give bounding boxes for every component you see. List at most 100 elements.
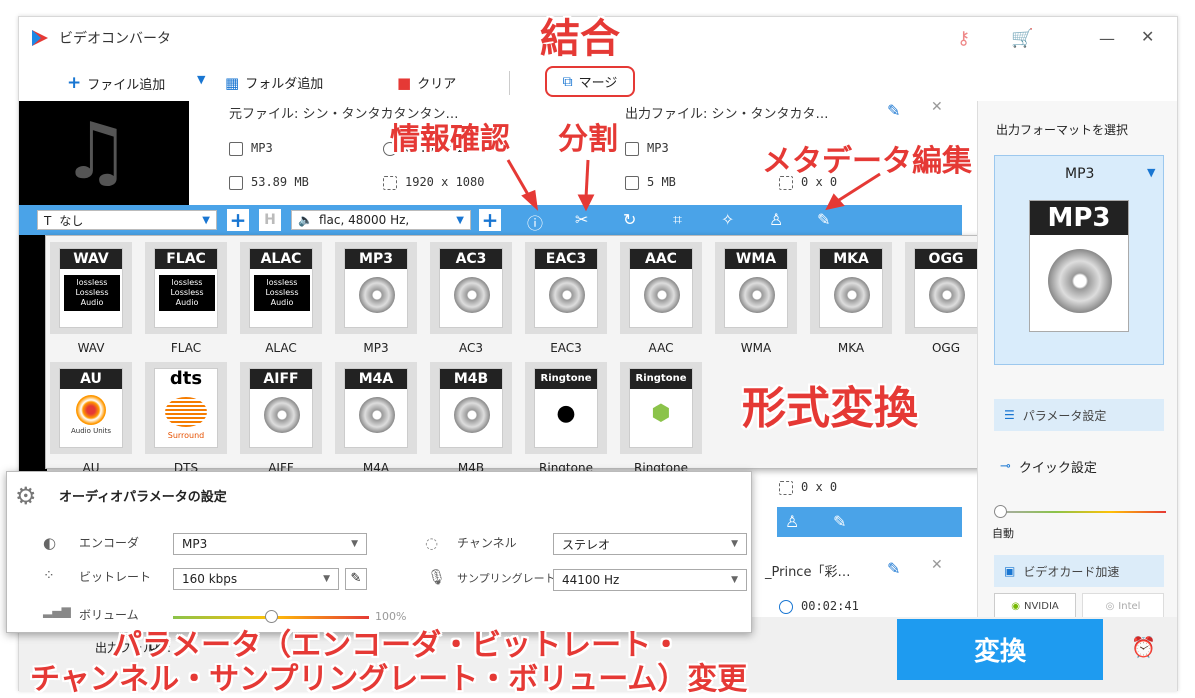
format-tag: AU bbox=[60, 369, 122, 389]
bitrate-label: ビットレート bbox=[79, 570, 152, 584]
metadata-edit-icon[interactable]: ✎ bbox=[817, 210, 830, 229]
format-file-icon: dts Surround bbox=[154, 368, 218, 448]
sliders-icon: ☰ bbox=[1004, 408, 1015, 422]
watermark-icon[interactable]: ♙ bbox=[769, 210, 783, 229]
nvidia-label: NVIDIA bbox=[1023, 600, 1059, 612]
quality-slider[interactable] bbox=[1000, 511, 1166, 513]
format-file-icon: FLAC lossless Lossless Audio bbox=[154, 248, 218, 328]
clear-button[interactable]: ■ クリア bbox=[397, 73, 456, 93]
format-option-wma[interactable]: WMA WMA bbox=[715, 242, 797, 355]
add-audio-button[interactable]: + bbox=[479, 208, 501, 232]
format-option-au[interactable]: AU Audio Units AU bbox=[50, 362, 132, 475]
audio-parameter-dialog: ⚙ オーディオパラメータの設定 ◐ エンコーダ MP3 ▼ ⁘ ビットレート 16… bbox=[6, 471, 752, 633]
format-icon bbox=[625, 141, 639, 156]
crop-icon[interactable]: ⌗ bbox=[673, 210, 682, 230]
chevron-down-icon: ▼ bbox=[731, 575, 738, 585]
cart-icon[interactable]: 🛒 bbox=[1011, 28, 1033, 49]
resolution-icon bbox=[383, 175, 397, 190]
samplerate-select[interactable]: 44100 Hz ▼ bbox=[553, 569, 747, 591]
rotate-icon[interactable]: ↻ bbox=[623, 210, 636, 229]
format-option-ringtone[interactable]: Ringtone ● Ringtone bbox=[525, 362, 607, 475]
format-option-ogg[interactable]: OGG OGG bbox=[905, 242, 987, 355]
format-option-wav[interactable]: WAV lossless Lossless Audio WAV bbox=[50, 242, 132, 355]
subtitle-select[interactable]: T なし ▼ bbox=[37, 210, 217, 230]
format-tile: WMA bbox=[715, 242, 797, 334]
format-name: AAC bbox=[648, 341, 674, 355]
bitrate-edit-button[interactable]: ✎ bbox=[345, 568, 367, 590]
edit-toolbar-2: ♙ ✎ bbox=[777, 507, 962, 537]
scissors-icon[interactable]: ✂ bbox=[575, 210, 588, 229]
edit-pencil-icon[interactable]: ✎ bbox=[887, 101, 900, 120]
channel-select[interactable]: ステレオ ▼ bbox=[553, 533, 747, 555]
add-folder-label: フォルダ追加 bbox=[245, 77, 324, 92]
format-tile: M4B bbox=[430, 362, 512, 454]
convert-button[interactable]: 変換 bbox=[897, 619, 1103, 680]
apple-ringtone-icon: ● bbox=[556, 401, 576, 426]
second-file-name: _Prince「彩… bbox=[765, 565, 851, 580]
watermark-icon[interactable]: ♙ bbox=[785, 512, 799, 531]
lossless-badge: lossless Lossless Audio bbox=[159, 275, 215, 311]
chevron-down-icon: ▼ bbox=[202, 214, 210, 226]
format-tile: WAV lossless Lossless Audio bbox=[50, 242, 132, 334]
hardsub-icon[interactable]: H bbox=[259, 209, 281, 231]
close-button[interactable]: ✕ bbox=[1141, 27, 1154, 46]
metadata-edit-icon[interactable]: ✎ bbox=[833, 512, 846, 531]
audio-track-select[interactable]: 🔈 flac, 48000 Hz, ▼ bbox=[291, 210, 471, 230]
format-option-m4a[interactable]: M4A M4A bbox=[335, 362, 417, 475]
quality-slider-handle[interactable] bbox=[994, 505, 1007, 518]
plus-icon: + bbox=[67, 73, 82, 93]
format-option-m4b[interactable]: M4B M4B bbox=[430, 362, 512, 475]
format-file-icon: WAV lossless Lossless Audio bbox=[59, 248, 123, 328]
merge-button[interactable]: ⧉ マージ bbox=[545, 66, 635, 97]
add-subtitle-button[interactable]: + bbox=[227, 208, 249, 232]
format-tile: dts Surround bbox=[145, 362, 227, 454]
key-icon[interactable]: ⚷ bbox=[957, 28, 970, 49]
format-option-mp3[interactable]: MP3 MP3 bbox=[335, 242, 417, 355]
format-option-mka[interactable]: MKA MKA bbox=[810, 242, 892, 355]
app-logo-icon bbox=[32, 30, 48, 46]
format-tile: AC3 bbox=[430, 242, 512, 334]
edit-pencil-icon[interactable]: ✎ bbox=[887, 559, 900, 578]
gpu-accel-button[interactable]: ▣ ビデオカード加速 bbox=[994, 555, 1164, 587]
clock-icon bbox=[779, 599, 793, 614]
bitrate-select[interactable]: 160 kbps ▼ bbox=[173, 568, 339, 590]
format-file-icon: MKA bbox=[819, 248, 883, 328]
add-folder-button[interactable]: ▦ フォルダ追加 bbox=[225, 73, 324, 93]
chip-icon: ▣ bbox=[1004, 564, 1016, 578]
dts-surround-icon: Surround bbox=[155, 395, 217, 440]
remove-file-icon[interactable]: ✕ bbox=[931, 557, 943, 573]
format-option-dts[interactable]: dts Surround DTS bbox=[145, 362, 227, 475]
format-tag: MKA bbox=[820, 249, 882, 269]
disc-icon bbox=[644, 277, 680, 313]
format-option-ringtone-android[interactable]: Ringtone ⬢ Ringtone bbox=[620, 362, 702, 475]
nvidia-option[interactable]: ◉ NVIDIA bbox=[994, 593, 1076, 619]
selected-format-card[interactable]: MP3 ▼ MP3 bbox=[994, 155, 1164, 365]
channel-icon: ◌ bbox=[425, 534, 439, 552]
intel-option[interactable]: ◎ Intel bbox=[1082, 593, 1164, 619]
info-icon[interactable]: ⓘ bbox=[527, 210, 543, 234]
encoder-select[interactable]: MP3 ▼ bbox=[173, 533, 367, 555]
chevron-down-icon: ▼ bbox=[731, 539, 738, 549]
mp3-tag: MP3 bbox=[1030, 201, 1128, 235]
minimize-button[interactable]: — bbox=[1099, 29, 1115, 48]
add-file-button[interactable]: + ファイル追加 bbox=[67, 73, 165, 93]
add-file-dropdown-icon[interactable]: ▼ bbox=[197, 73, 205, 86]
format-option-flac[interactable]: FLAC lossless Lossless Audio FLAC bbox=[145, 242, 227, 355]
lossless-badge: lossless Lossless Audio bbox=[64, 275, 120, 311]
add-file-label: ファイル追加 bbox=[87, 77, 166, 93]
format-option-eac3[interactable]: EAC3 EAC3 bbox=[525, 242, 607, 355]
lossless-badge: lossless Lossless Audio bbox=[254, 275, 310, 311]
format-tile: FLAC lossless Lossless Audio bbox=[145, 242, 227, 334]
intel-icon: ◎ bbox=[1105, 600, 1115, 612]
format-option-aac[interactable]: AAC AAC bbox=[620, 242, 702, 355]
format-option-aiff[interactable]: AIFF AIFF bbox=[240, 362, 322, 475]
param-settings-button[interactable]: ☰ パラメータ設定 bbox=[994, 399, 1164, 431]
music-note-icon: ♫ bbox=[61, 107, 131, 197]
alarm-clock-icon[interactable]: ⏰ bbox=[1131, 635, 1156, 659]
format-option-ac3[interactable]: AC3 AC3 bbox=[430, 242, 512, 355]
effects-wand-icon[interactable]: ✧ bbox=[721, 210, 734, 229]
format-tag: M4A bbox=[345, 369, 407, 389]
format-option-alac[interactable]: ALAC lossless Lossless Audio ALAC bbox=[240, 242, 322, 355]
remove-file-icon[interactable]: ✕ bbox=[931, 99, 943, 115]
source-format-value: MP3 bbox=[251, 141, 273, 155]
